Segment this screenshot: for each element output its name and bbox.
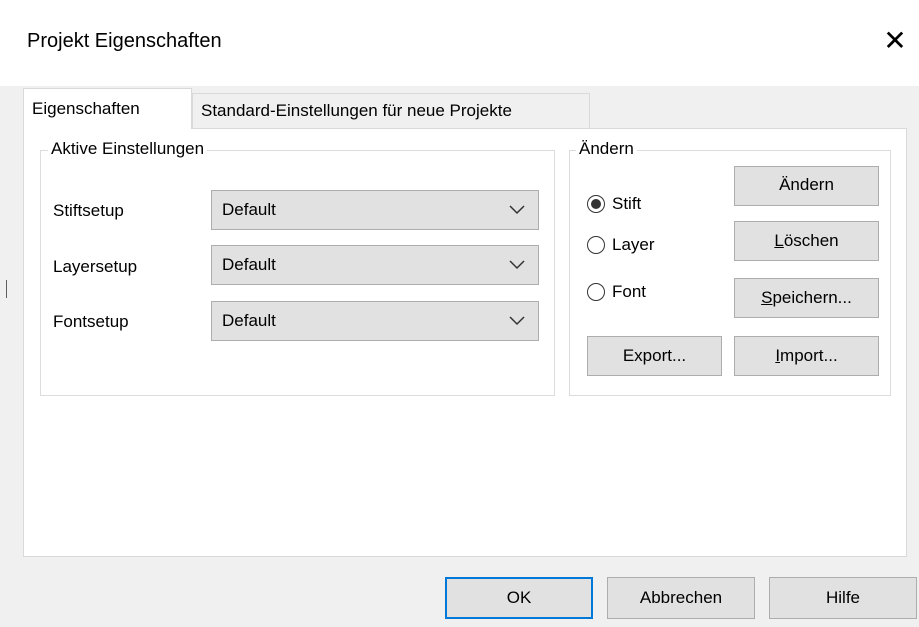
import-rest: mport... [780,346,838,365]
delete-mnemonic: L [774,231,784,250]
change-button[interactable]: Ändern [734,166,879,206]
stiftsetup-label: Stiftsetup [53,201,124,220]
export-button-label: Export... [622,346,687,365]
radio-layer-label: Layer [612,235,655,254]
radio-stift[interactable]: Stift [587,192,707,216]
tab-panel: Aktive Einstellungen Stiftsetup Default … [23,128,907,557]
ok-button-label: OK [506,588,532,607]
close-button[interactable]: ✕ [880,26,910,56]
change-button-label: Ändern [779,175,834,194]
import-button[interactable]: Import... [734,336,879,376]
cancel-button[interactable]: Abbrechen [607,577,755,619]
tab-standard-einstellungen[interactable]: Standard-Einstellungen für neue Projekte [192,93,590,128]
save-button-label: Speichern... [761,288,852,307]
radio-circle [587,236,605,254]
radio-circle [587,283,605,301]
window-edge-mark [6,280,7,298]
radio-layer[interactable]: Layer [587,233,707,257]
save-rest: peichern... [772,288,852,307]
active-settings-legend: Aktive Einstellungen [48,139,208,159]
layersetup-label: Layersetup [53,257,138,276]
layersetup-value: Default [222,255,276,274]
help-button[interactable]: Hilfe [769,577,917,619]
save-mnemonic: S [761,288,773,307]
delete-button-label: Löschen [774,231,838,250]
cancel-button-label: Abbrechen [639,588,723,607]
window-title: Projekt Eigenschaften [27,30,222,52]
tab-eigenschaften[interactable]: Eigenschaften [23,88,192,129]
import-button-label: Import... [775,346,837,365]
ok-button[interactable]: OK [445,577,593,619]
fontsetup-select[interactable]: Default [211,301,539,341]
help-button-label: Hilfe [825,588,860,607]
export-button[interactable]: Export... [587,336,722,376]
chevron-down-icon [509,316,525,326]
radio-dot [590,198,601,209]
chevron-down-icon [509,205,525,215]
radio-stift-label: Stift [612,194,642,213]
delete-rest: öschen [783,231,839,250]
fontsetup-label: Fontsetup [53,312,129,331]
change-legend: Ändern [576,139,637,159]
stiftsetup-value: Default [222,200,276,219]
delete-button[interactable]: Löschen [734,221,879,261]
radio-font-label: Font [612,282,647,301]
radio-font[interactable]: Font [587,280,707,304]
close-icon: ✕ [883,25,907,56]
save-button[interactable]: Speichern... [734,278,879,318]
stiftsetup-select[interactable]: Default [211,190,539,230]
fontsetup-value: Default [222,311,276,330]
chevron-down-icon [509,260,525,270]
layersetup-select[interactable]: Default [211,245,539,285]
radio-circle [587,195,605,213]
